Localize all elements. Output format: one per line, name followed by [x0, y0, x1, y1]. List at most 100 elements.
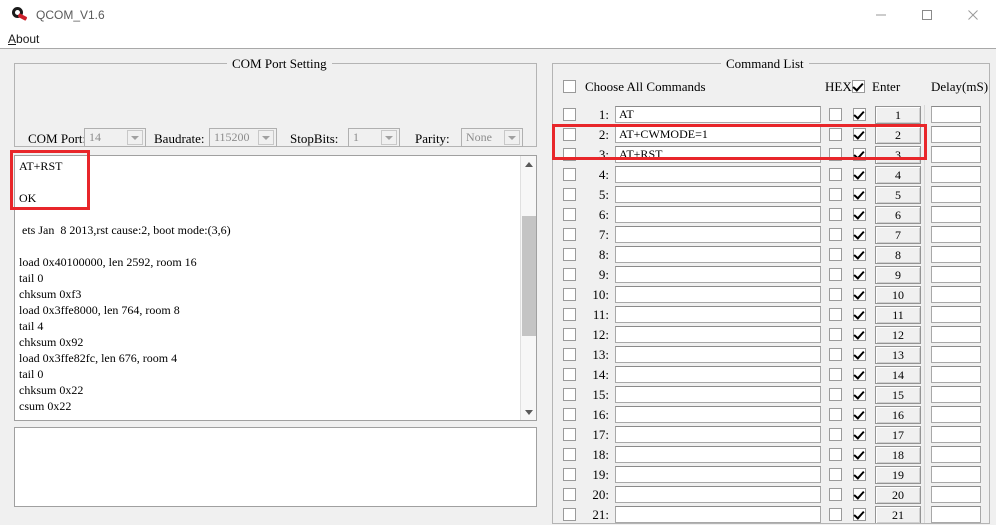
command-row-select-checkbox[interactable]: [563, 288, 576, 301]
command-delay-input[interactable]: [931, 306, 981, 323]
command-send-button[interactable]: 19: [875, 466, 921, 484]
command-row-select-checkbox[interactable]: [563, 248, 576, 261]
command-text-input[interactable]: [615, 426, 821, 443]
command-hex-checkbox[interactable]: [829, 508, 842, 521]
command-send-button[interactable]: 4: [875, 166, 921, 184]
command-row-select-checkbox[interactable]: [563, 208, 576, 221]
command-text-input[interactable]: [615, 366, 821, 383]
command-enter-checkbox[interactable]: [853, 328, 866, 341]
command-send-button[interactable]: 8: [875, 246, 921, 264]
command-hex-checkbox[interactable]: [829, 228, 842, 241]
command-enter-checkbox[interactable]: [853, 348, 866, 361]
parity-select[interactable]: None: [461, 128, 523, 147]
scroll-down-icon[interactable]: [521, 404, 537, 420]
command-delay-input[interactable]: [931, 166, 981, 183]
command-row-select-checkbox[interactable]: [563, 468, 576, 481]
command-row-select-checkbox[interactable]: [563, 108, 576, 121]
command-enter-checkbox[interactable]: [853, 208, 866, 221]
command-hex-checkbox[interactable]: [829, 388, 842, 401]
command-hex-checkbox[interactable]: [829, 248, 842, 261]
command-delay-input[interactable]: [931, 426, 981, 443]
command-enter-checkbox[interactable]: [853, 148, 866, 161]
command-hex-checkbox[interactable]: [829, 108, 842, 121]
command-delay-input[interactable]: [931, 266, 981, 283]
command-enter-checkbox[interactable]: [853, 288, 866, 301]
command-text-input[interactable]: [615, 346, 821, 363]
command-row-select-checkbox[interactable]: [563, 308, 576, 321]
command-row-select-checkbox[interactable]: [563, 428, 576, 441]
command-send-button[interactable]: 21: [875, 506, 921, 523]
command-text-input[interactable]: [615, 506, 821, 523]
command-enter-checkbox[interactable]: [853, 228, 866, 241]
command-row-select-checkbox[interactable]: [563, 228, 576, 241]
command-text-input[interactable]: [615, 246, 821, 263]
command-hex-checkbox[interactable]: [829, 308, 842, 321]
command-text-input[interactable]: [615, 206, 821, 223]
command-delay-input[interactable]: [931, 346, 981, 363]
command-hex-checkbox[interactable]: [829, 368, 842, 381]
command-delay-input[interactable]: [931, 186, 981, 203]
command-text-input[interactable]: [615, 386, 821, 403]
command-delay-input[interactable]: [931, 406, 981, 423]
stopbits-select[interactable]: 1: [348, 128, 400, 147]
command-hex-checkbox[interactable]: [829, 328, 842, 341]
menu-item-about[interactable]: About: [8, 32, 39, 46]
command-text-input[interactable]: AT+CWMODE=1: [615, 126, 821, 143]
close-icon[interactable]: [950, 0, 996, 30]
command-enter-checkbox[interactable]: [853, 168, 866, 181]
command-delay-input[interactable]: [931, 106, 981, 123]
command-enter-checkbox[interactable]: [853, 468, 866, 481]
command-send-button[interactable]: 11: [875, 306, 921, 324]
command-enter-checkbox[interactable]: [853, 248, 866, 261]
command-delay-input[interactable]: [931, 446, 981, 463]
command-delay-input[interactable]: [931, 286, 981, 303]
command-enter-checkbox[interactable]: [853, 268, 866, 281]
command-row-select-checkbox[interactable]: [563, 388, 576, 401]
command-row-select-checkbox[interactable]: [563, 348, 576, 361]
command-send-button[interactable]: 10: [875, 286, 921, 304]
command-send-button[interactable]: 18: [875, 446, 921, 464]
command-text-input[interactable]: AT: [615, 106, 821, 123]
command-send-button[interactable]: 13: [875, 346, 921, 364]
choose-all-commands-checkbox[interactable]: [563, 80, 576, 93]
command-delay-input[interactable]: [931, 226, 981, 243]
enter-header-checkbox[interactable]: [852, 80, 865, 93]
command-text-input[interactable]: AT+RST: [615, 146, 821, 163]
command-text-input[interactable]: [615, 186, 821, 203]
command-hex-checkbox[interactable]: [829, 288, 842, 301]
command-enter-checkbox[interactable]: [853, 108, 866, 121]
command-hex-checkbox[interactable]: [829, 208, 842, 221]
command-send-button[interactable]: 3: [875, 146, 921, 164]
command-row-select-checkbox[interactable]: [563, 188, 576, 201]
command-hex-checkbox[interactable]: [829, 348, 842, 361]
command-hex-checkbox[interactable]: [829, 188, 842, 201]
command-send-button[interactable]: 16: [875, 406, 921, 424]
command-delay-input[interactable]: [931, 466, 981, 483]
command-text-input[interactable]: [615, 286, 821, 303]
command-row-select-checkbox[interactable]: [563, 328, 576, 341]
command-row-select-checkbox[interactable]: [563, 488, 576, 501]
command-text-input[interactable]: [615, 226, 821, 243]
command-text-input[interactable]: [615, 166, 821, 183]
command-text-input[interactable]: [615, 306, 821, 323]
command-send-button[interactable]: 1: [875, 106, 921, 124]
command-row-select-checkbox[interactable]: [563, 128, 576, 141]
command-hex-checkbox[interactable]: [829, 488, 842, 501]
command-enter-checkbox[interactable]: [853, 448, 866, 461]
terminal-scrollbar[interactable]: [520, 156, 536, 420]
minimize-icon[interactable]: [858, 0, 904, 30]
command-row-select-checkbox[interactable]: [563, 148, 576, 161]
command-row-select-checkbox[interactable]: [563, 268, 576, 281]
command-delay-input[interactable]: [931, 126, 981, 143]
command-delay-input[interactable]: [931, 386, 981, 403]
command-text-input[interactable]: [615, 446, 821, 463]
command-hex-checkbox[interactable]: [829, 448, 842, 461]
command-hex-checkbox[interactable]: [829, 128, 842, 141]
command-delay-input[interactable]: [931, 366, 981, 383]
baudrate-select[interactable]: 115200: [209, 128, 277, 147]
command-hex-checkbox[interactable]: [829, 468, 842, 481]
command-delay-input[interactable]: [931, 206, 981, 223]
command-hex-checkbox[interactable]: [829, 268, 842, 281]
command-delay-input[interactable]: [931, 326, 981, 343]
command-hex-checkbox[interactable]: [829, 168, 842, 181]
